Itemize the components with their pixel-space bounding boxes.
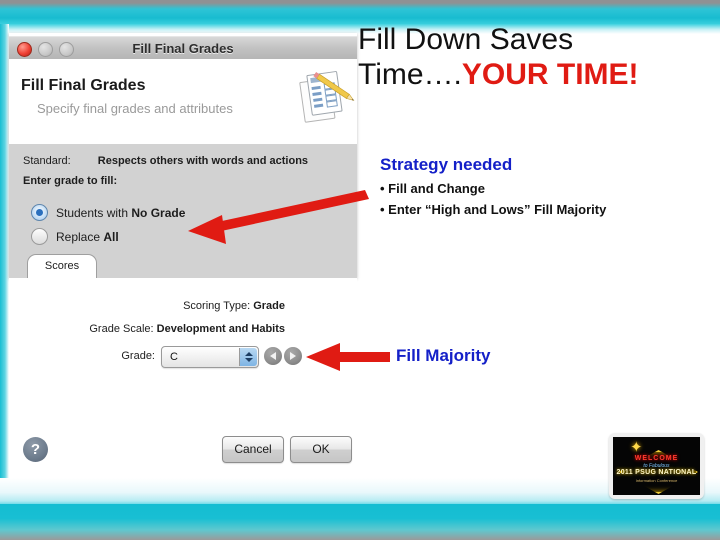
logo-artwork: ✦ WELCOME to Fabulous 2011 PSUG NATIONAL…	[613, 437, 700, 495]
ok-button[interactable]: OK	[290, 436, 352, 463]
scoring-type-row: Scoring Type: Grade	[9, 300, 285, 312]
dialog-header: Fill Final Grades Specify final grades a…	[9, 59, 357, 144]
grade-scale-value: Development and Habits	[156, 323, 285, 335]
dialog-subheading: Specify final grades and attributes	[37, 101, 233, 116]
radio-replace-all[interactable]: Replace All	[31, 228, 119, 245]
strategy-bullet-list: Fill and Change Enter “High and Lows” Fi…	[380, 179, 710, 221]
radio-unselected-icon[interactable]	[31, 228, 48, 245]
dialog-options-panel: Standard: Respects others with words and…	[9, 144, 357, 279]
radio-selected-icon[interactable]	[31, 204, 48, 221]
dialog-titlebar[interactable]: Fill Final Grades	[9, 36, 357, 61]
grade-select[interactable]: C	[161, 346, 259, 368]
psug-national-logo: ✦ WELCOME to Fabulous 2011 PSUG NATIONAL…	[609, 433, 704, 499]
strategy-callout: Strategy needed Fill and Change Enter “H…	[380, 155, 710, 221]
help-button[interactable]: ?	[23, 437, 48, 462]
cancel-button[interactable]: Cancel	[222, 436, 284, 463]
grade-label: Grade:	[121, 350, 155, 362]
chevron-left-icon	[270, 352, 276, 360]
list-item: Fill and Change	[380, 179, 710, 200]
logo-subtitle-text: Information Conference	[635, 478, 678, 483]
radio-label: Students with No Grade	[56, 205, 186, 220]
scoring-type-label: Scoring Type:	[183, 300, 251, 312]
stepper-up-icon[interactable]	[244, 352, 253, 356]
star-icon: ✦	[630, 439, 643, 456]
slide-canvas: Student Name Grade Level Entry Date Stan…	[0, 0, 720, 540]
slide-title: Fill Down Saves Time….YOUR TIME!	[358, 22, 710, 93]
tab-scores[interactable]: Scores	[27, 254, 97, 279]
slide-title-line1: Fill Down Saves	[358, 23, 574, 56]
standard-row: Standard: Respects others with words and…	[23, 155, 308, 167]
dialog-body: Scoring Type: Grade Grade Scale: Develop…	[9, 278, 357, 478]
grade-scale-row: Grade Scale: Development and Habits	[9, 323, 285, 335]
window-title: Fill Final Grades	[132, 41, 234, 56]
enter-grade-label: Enter grade to fill:	[23, 175, 118, 187]
scoring-type-value: Grade	[253, 300, 285, 312]
dialog-heading: Fill Final Grades	[21, 77, 146, 94]
grade-scale-label: Grade Scale:	[89, 323, 154, 335]
radio-label: Replace All	[56, 229, 119, 244]
grade-stepper[interactable]	[239, 348, 257, 366]
standard-value: Respects others with words and actions	[97, 155, 309, 167]
logo-welcome-text: WELCOME	[634, 455, 679, 462]
radio-students-with-no-grade[interactable]: Students with No Grade	[31, 204, 185, 221]
grade-select-value: C	[170, 351, 178, 363]
standard-label: Standard:	[23, 155, 71, 167]
list-item: Enter “High and Lows” Fill Majority	[380, 200, 710, 221]
strategy-heading: Strategy needed	[380, 155, 513, 174]
previous-record-button[interactable]	[264, 347, 282, 365]
next-record-button[interactable]	[284, 347, 302, 365]
left-teal-band	[0, 24, 9, 508]
stepper-down-icon[interactable]	[244, 358, 253, 362]
slide-title-line2: Time….YOUR TIME!	[358, 58, 639, 92]
bottom-teal-band	[0, 504, 720, 540]
top-teal-band	[0, 0, 720, 24]
logo-name-text: 2011 PSUG NATIONAL	[616, 469, 697, 476]
chevron-right-icon	[290, 352, 296, 360]
fill-majority-callout: Fill Majority	[396, 346, 491, 365]
gradesheet-pencil-icon	[299, 71, 355, 123]
